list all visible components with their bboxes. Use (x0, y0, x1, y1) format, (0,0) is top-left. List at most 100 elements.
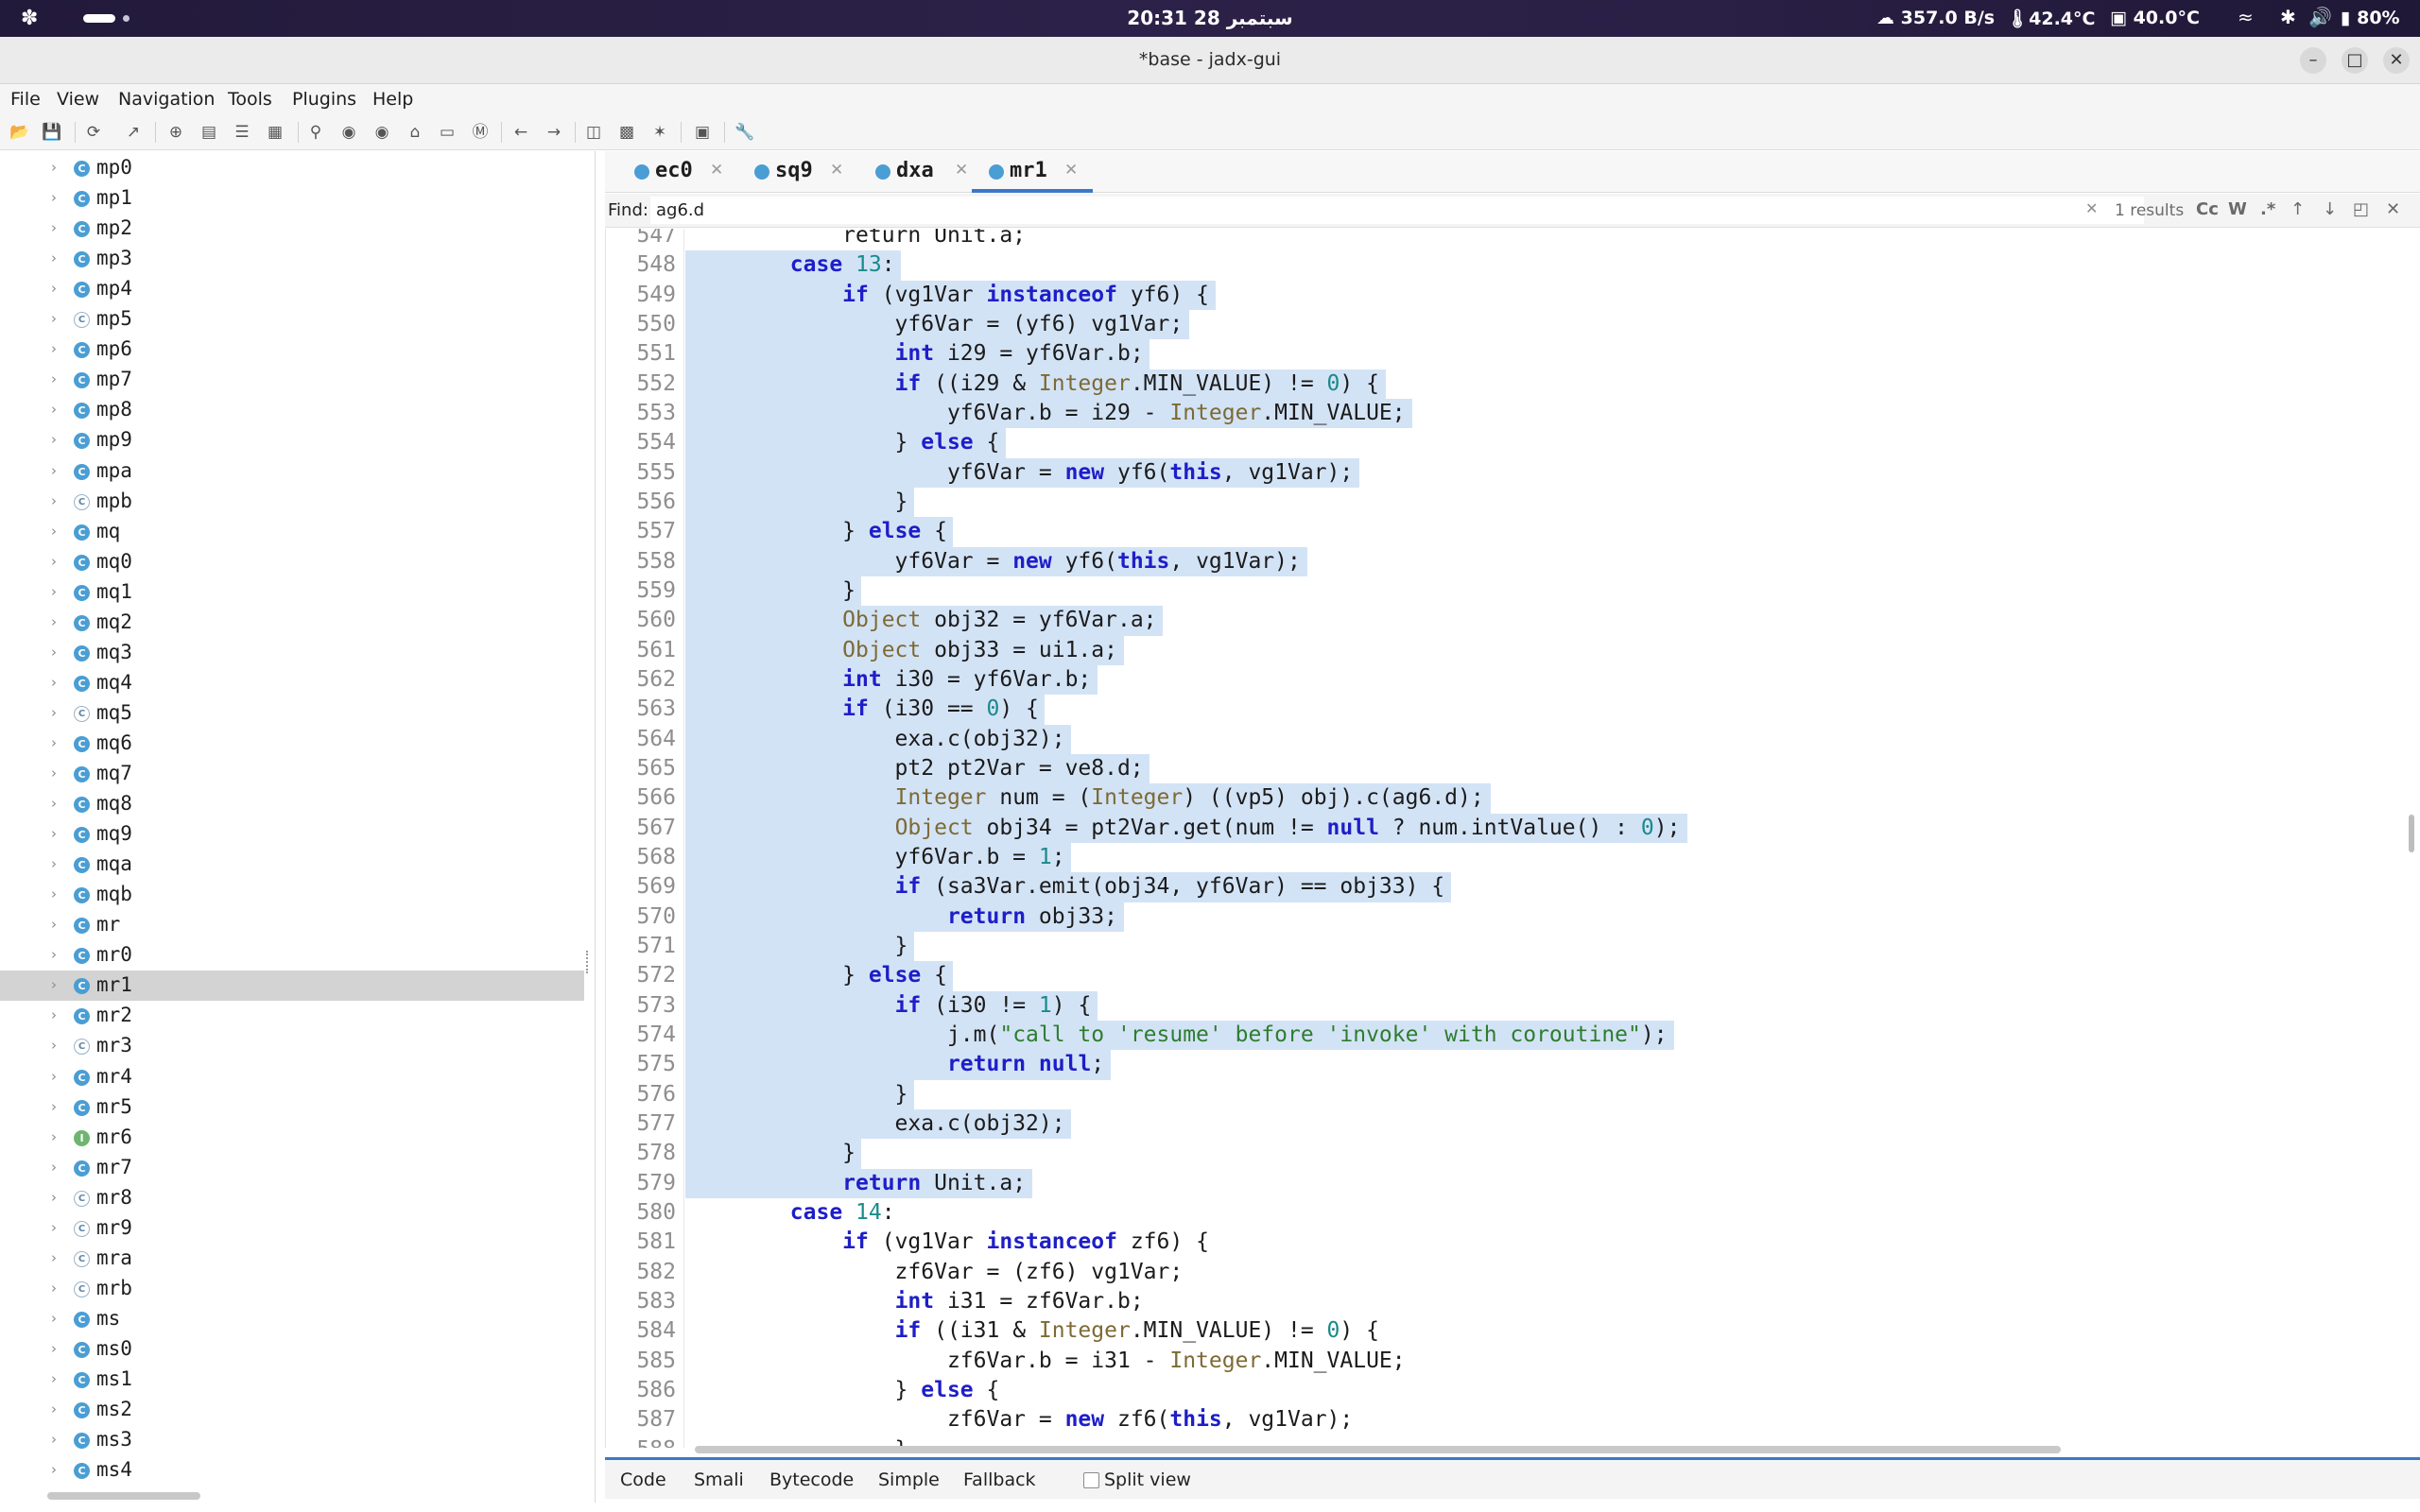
tree-item-mpb[interactable]: › Cmpb (0, 487, 584, 517)
window-title-bar[interactable]: *base - jadx-gui – □ ✕ (0, 37, 2420, 84)
tree-item-mr5[interactable]: › Cmr5 (0, 1092, 584, 1123)
tree-item-mp9[interactable]: › Cmp9 (0, 425, 584, 455)
back-arrow-icon[interactable]: ← (510, 122, 531, 143)
code-line[interactable]: 558 yf6Var = new yf6(this, vg1Var); (606, 546, 2409, 576)
code-line[interactable]: 559 } (606, 576, 2409, 607)
code-line[interactable]: 557 } else { (606, 517, 2409, 547)
chevron-right-icon[interactable]: › (51, 1037, 57, 1054)
tree-item-mp6[interactable]: › Cmp6 (0, 335, 584, 365)
tree-item-mq7[interactable]: › Cmq7 (0, 759, 584, 789)
close-tab-icon[interactable]: ✕ (955, 161, 968, 180)
close-window-button[interactable]: ✕ (2383, 47, 2410, 74)
tree-item-mr6[interactable]: › Imr6 (0, 1123, 584, 1153)
code-line[interactable]: 562 int i30 = yf6Var.b; (606, 664, 2409, 696)
chevron-right-icon[interactable]: › (51, 1249, 57, 1266)
find-input[interactable] (650, 197, 2144, 224)
tree-item-mq[interactable]: › Cmq (0, 517, 584, 547)
code-line[interactable]: 580 case 14: (606, 1198, 2409, 1228)
clear-search-icon[interactable]: ✕ (2085, 199, 2098, 217)
tab-ec0[interactable]: ec0 ✕ (617, 151, 731, 193)
home-icon[interactable]: ⌂ (405, 122, 425, 143)
tree-item-mq9[interactable]: › Cmq9 (0, 819, 584, 850)
code-vertical-scrollbar[interactable] (2409, 815, 2414, 852)
whole-word-button[interactable]: W (2228, 199, 2247, 219)
menu-view[interactable]: View (57, 89, 99, 110)
maximize-button[interactable]: □ (2342, 47, 2368, 74)
code-line[interactable]: 567 Object obj34 = pt2Var.get(num != nul… (606, 813, 2409, 843)
workspace-indicator-dot[interactable] (123, 15, 130, 22)
tab-bytecode[interactable]: Bytecode (769, 1469, 854, 1490)
tree-item-mrb[interactable]: › Cmrb (0, 1274, 584, 1304)
menu-help[interactable]: Help (372, 89, 413, 110)
tree-item-mpa[interactable]: › Cmpa (0, 456, 584, 487)
panel-splitter[interactable] (586, 951, 592, 973)
tree-item-mq1[interactable]: › Cmq1 (0, 577, 584, 608)
find-usage-icon[interactable]: ◉ (372, 122, 392, 143)
code-line[interactable]: 550 yf6Var = (yf6) vg1Var; (606, 309, 2409, 340)
chevron-right-icon[interactable]: › (51, 855, 57, 872)
forward-arrow-icon[interactable]: → (544, 122, 564, 143)
code-line[interactable]: 547 return Unit.a; (606, 229, 2409, 250)
code-line[interactable]: 570 return obj33; (606, 902, 2409, 932)
bluetooth-icon[interactable]: ✱ (2280, 6, 2296, 28)
tree-item-mp8[interactable]: › Cmp8 (0, 395, 584, 425)
sync-tree-icon[interactable]: ⊕ (165, 122, 186, 143)
close-find-icon[interactable]: ✕ (2386, 199, 2400, 219)
code-line[interactable]: 569 if (sa3Var.emit(obj34, yf6Var) == ob… (606, 872, 2409, 902)
tree-item-mr[interactable]: › Cmr (0, 910, 584, 940)
menu-file[interactable]: File (10, 89, 41, 110)
chevron-right-icon[interactable]: › (51, 795, 57, 812)
tree-item-mp3[interactable]: › Cmp3 (0, 244, 584, 274)
tree-item-mp0[interactable]: › Cmp0 (0, 153, 584, 183)
quick-tabs-icon[interactable]: ☰ (232, 122, 252, 143)
app-launcher-icon[interactable]: ✽ (21, 7, 45, 31)
close-tab-icon[interactable]: ✕ (830, 161, 843, 180)
minimize-button[interactable]: – (2300, 47, 2326, 74)
tree-item-mqa[interactable]: › Cmqa (0, 850, 584, 880)
chevron-right-icon[interactable]: › (51, 765, 57, 782)
code-line[interactable]: 549 if (vg1Var instanceof yf6) { (606, 280, 2409, 310)
chevron-right-icon[interactable]: › (51, 1068, 57, 1085)
code-line[interactable]: 587 zf6Var = new zf6(this, vg1Var); (606, 1405, 2409, 1435)
chevron-right-icon[interactable]: › (51, 523, 57, 540)
tree-item-mr0[interactable]: › Cmr0 (0, 940, 584, 971)
close-tab-icon[interactable]: ✕ (710, 161, 723, 180)
tree-item-mr3[interactable]: › Cmr3 (0, 1031, 584, 1061)
tree-item-mq6[interactable]: › Cmq6 (0, 729, 584, 759)
tree-item-mp2[interactable]: › Cmp2 (0, 214, 584, 244)
chevron-right-icon[interactable]: › (51, 310, 57, 327)
code-line[interactable]: 551 int i29 = yf6Var.b; (606, 339, 2409, 369)
chevron-right-icon[interactable]: › (51, 734, 57, 751)
chevron-right-icon[interactable]: › (51, 674, 57, 691)
tree-item-mq2[interactable]: › Cmq2 (0, 608, 584, 638)
find-class-icon[interactable]: ◉ (338, 122, 359, 143)
chevron-right-icon[interactable]: › (51, 885, 57, 902)
code-line[interactable]: 583 int i31 = zf6Var.b; (606, 1287, 2409, 1316)
split-view-checkbox[interactable] (1083, 1472, 1099, 1488)
code-line[interactable]: 555 yf6Var = new yf6(this, vg1Var); (606, 457, 2409, 488)
tree-item-mr7[interactable]: › Cmr7 (0, 1153, 584, 1183)
code-line[interactable]: 575 return null; (606, 1050, 2409, 1080)
chevron-right-icon[interactable]: › (51, 1340, 57, 1357)
code-horizontal-scrollbar[interactable] (695, 1446, 2061, 1453)
chevron-right-icon[interactable]: › (51, 462, 57, 479)
chevron-right-icon[interactable]: › (51, 1159, 57, 1176)
chevron-right-icon[interactable]: › (51, 159, 57, 176)
code-line[interactable]: 563 if (i30 == 0) { (606, 695, 2409, 725)
tab-mr1[interactable]: mr1 ✕ (972, 151, 1093, 193)
mark-all-icon[interactable]: ◰ (2353, 199, 2369, 219)
tab-dxa[interactable]: dxa ✕ (858, 151, 977, 193)
tree-item-mp4[interactable]: › Cmp4 (0, 274, 584, 304)
tree-item-mq0[interactable]: › Cmq0 (0, 547, 584, 577)
code-line[interactable]: 582 zf6Var = (zf6) vg1Var; (606, 1258, 2409, 1287)
tree-item-mp7[interactable]: › Cmp7 (0, 365, 584, 395)
tree-item-mq5[interactable]: › Cmq5 (0, 698, 584, 729)
bookmark-icon[interactable]: ▩ (616, 122, 637, 143)
search-icon[interactable]: ⚲ (305, 122, 326, 143)
code-line[interactable]: 561 Object obj33 = ui1.a; (606, 635, 2409, 665)
code-line[interactable]: 564 exa.c(obj32); (606, 724, 2409, 754)
menu-navigation[interactable]: Navigation (118, 89, 215, 110)
tree-item-mq4[interactable]: › Cmq4 (0, 668, 584, 698)
chevron-right-icon[interactable]: › (51, 370, 57, 387)
tree-item-mp5[interactable]: › Cmp5 (0, 304, 584, 335)
